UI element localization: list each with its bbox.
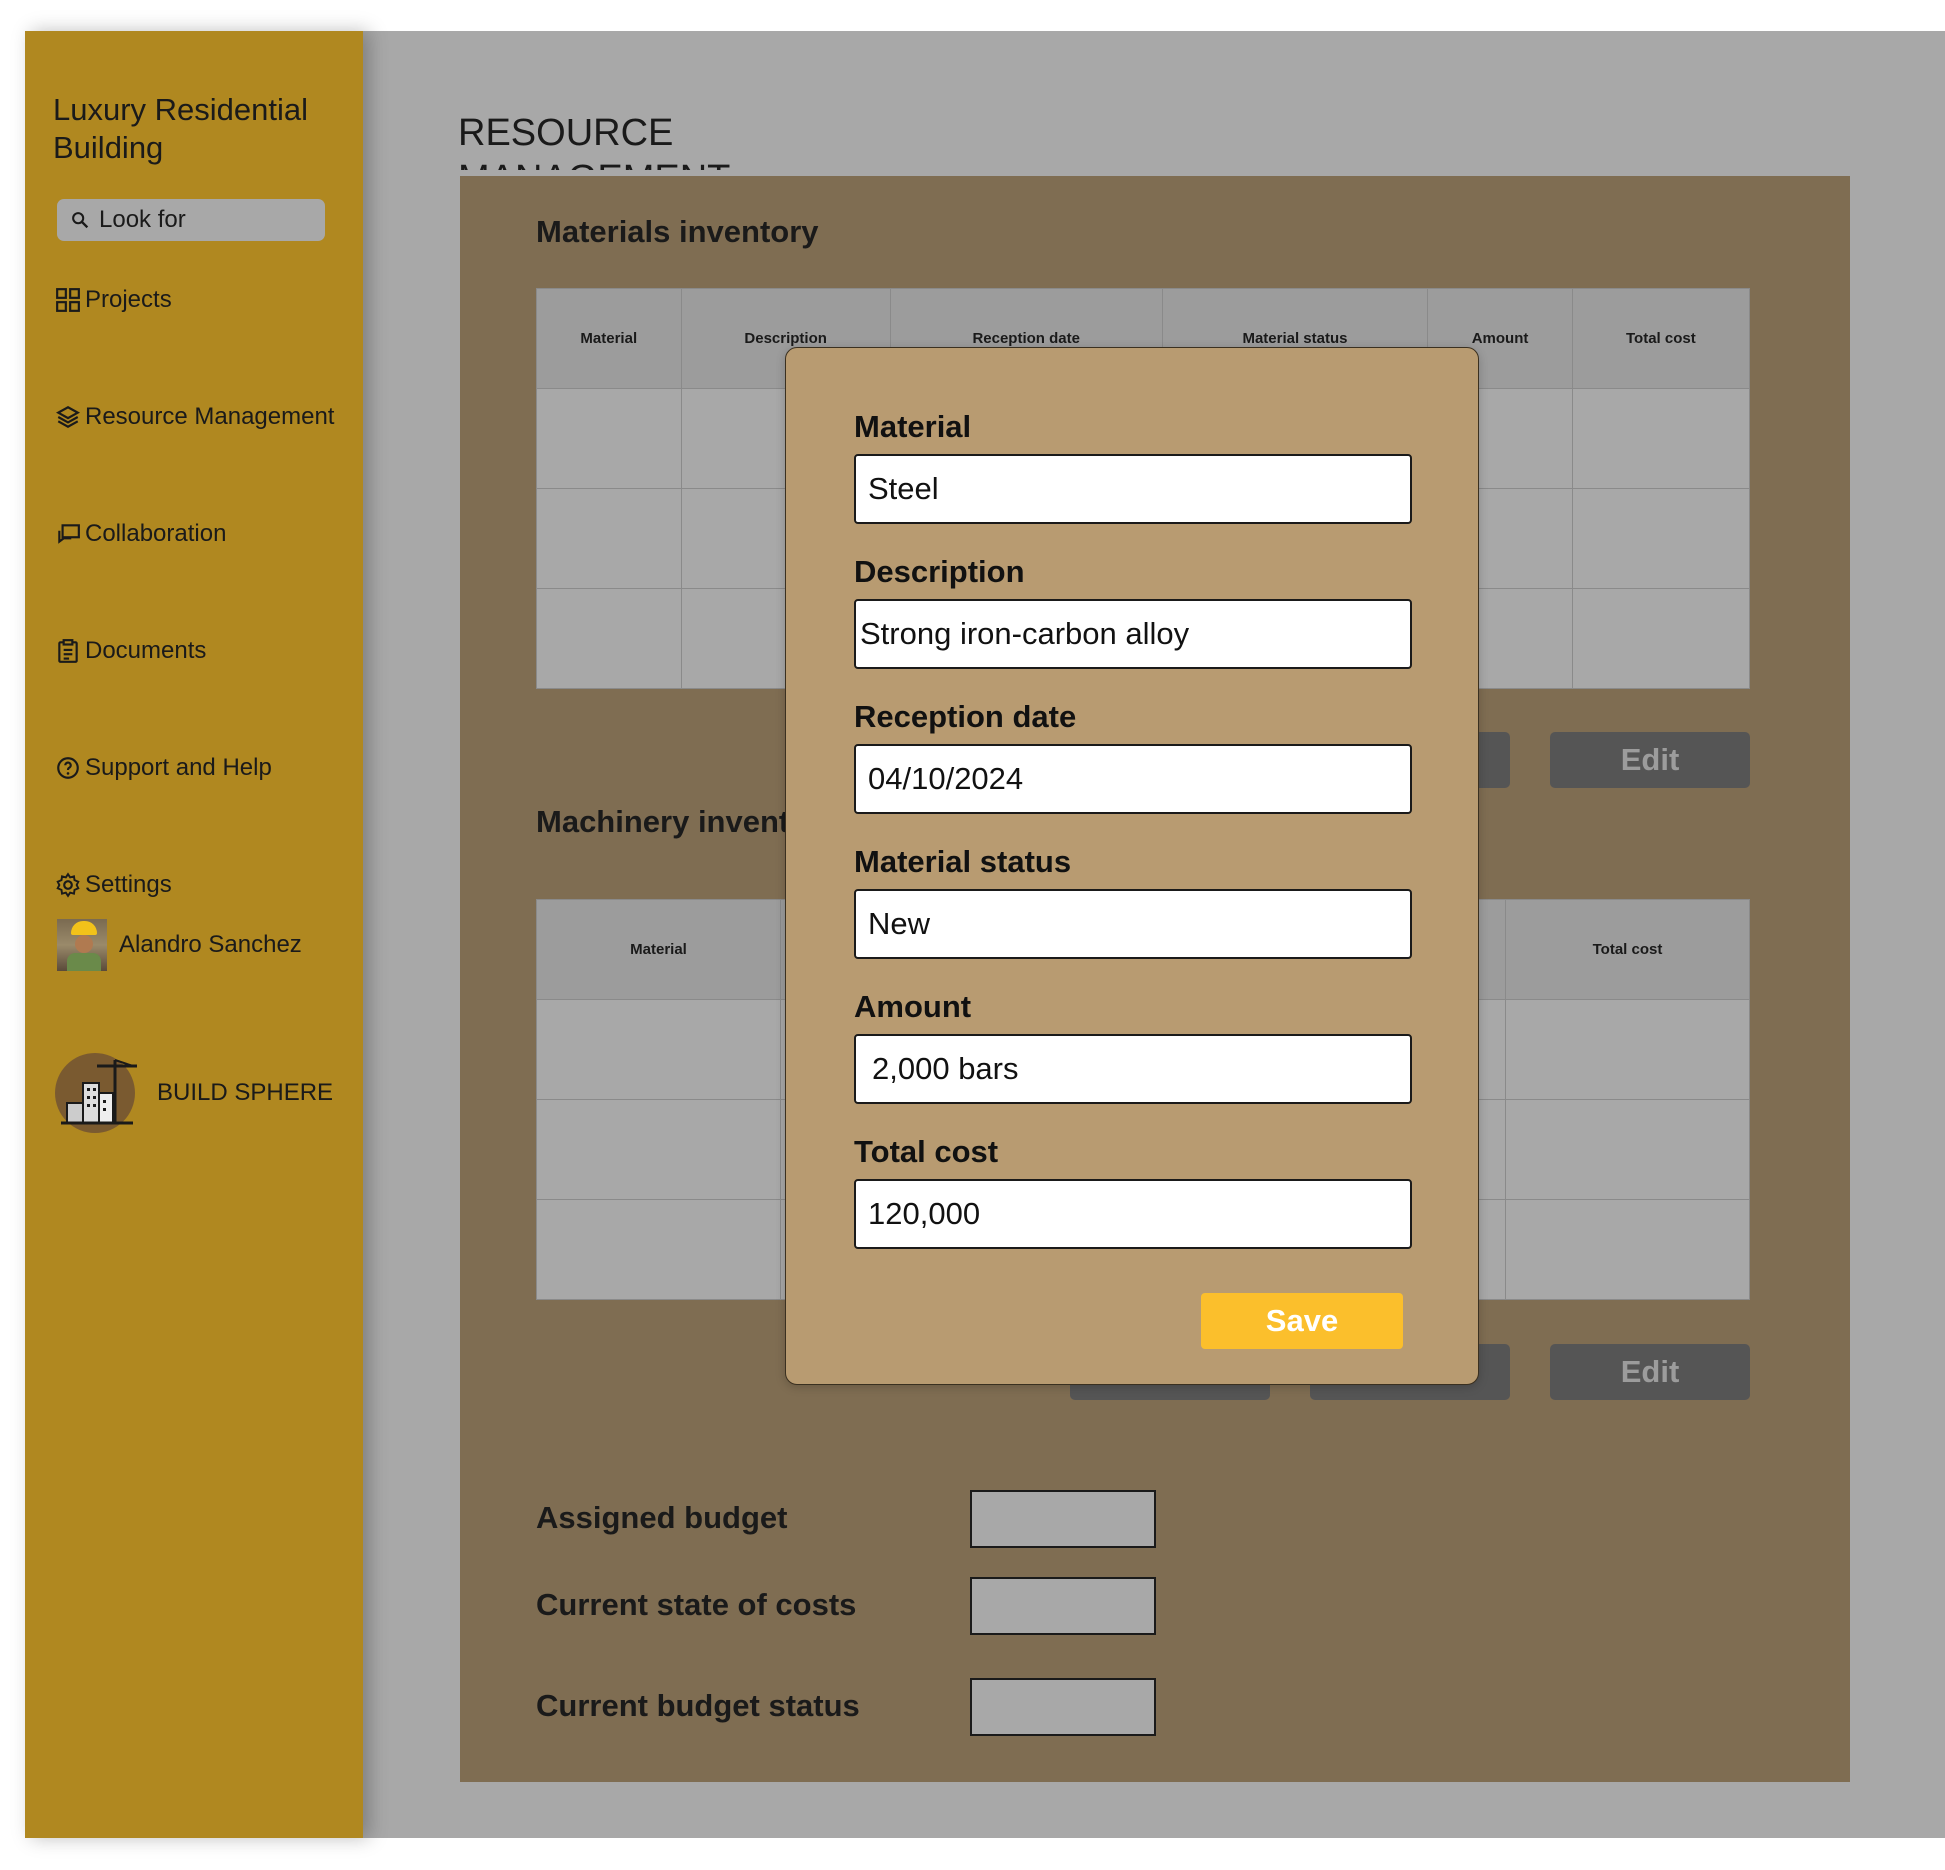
sidebar-item-label: Documents <box>85 637 207 664</box>
current-costs-field[interactable] <box>970 1577 1156 1635</box>
help-icon <box>57 757 79 779</box>
budget-status-field[interactable] <box>970 1678 1156 1736</box>
current-costs-label: Current state of costs <box>536 1587 857 1622</box>
machinery-edit-button[interactable]: Edit <box>1550 1344 1750 1400</box>
chat-icon <box>58 524 80 544</box>
avatar <box>57 919 107 971</box>
grid-icon <box>56 288 80 312</box>
column-header: Total cost <box>1571 288 1751 389</box>
edit-material-dialog: Material Steel Description Strong iron-c… <box>785 347 1479 1385</box>
total-cost-label: Total cost <box>854 1134 999 1169</box>
sidebar-item-label: Support and Help <box>85 754 272 781</box>
material-label: Material <box>854 409 972 444</box>
sidebar-item-projects[interactable]: Projects <box>55 286 172 314</box>
material-status-label: Material status <box>854 844 1072 879</box>
materials-inventory-title: Materials inventory <box>536 214 819 249</box>
save-button[interactable]: Save <box>1201 1293 1403 1349</box>
material-field[interactable]: Steel <box>854 454 1412 524</box>
sidebar-item-resource-management[interactable]: Resource Management <box>55 403 334 431</box>
search-icon <box>72 212 89 229</box>
brand-logo: BUILD SPHERE <box>53 1048 333 1138</box>
description-label: Description <box>854 554 1025 589</box>
sidebar-item-label: Settings <box>85 871 172 898</box>
assigned-budget-label: Assigned budget <box>536 1500 788 1535</box>
reception-date-label: Reception date <box>854 699 1077 734</box>
search-placeholder: Look for <box>99 206 186 233</box>
material-status-field[interactable]: New <box>854 889 1412 959</box>
column-header: Total cost <box>1505 899 1750 1000</box>
assigned-budget-field[interactable] <box>970 1490 1156 1548</box>
project-title: Luxury Residential Building <box>53 92 309 165</box>
sidebar-item-collaboration[interactable]: Collaboration <box>55 520 226 548</box>
sidebar-item-label: Collaboration <box>85 520 227 547</box>
document-icon <box>58 639 78 663</box>
amount-field[interactable]: 2,000 bars <box>854 1034 1412 1104</box>
search-input[interactable]: Look for <box>57 199 325 241</box>
machinery-inventory-title: Machinery invent <box>536 804 790 839</box>
sidebar-item-settings[interactable]: Settings <box>55 871 172 899</box>
sidebar-item-documents[interactable]: Documents <box>55 637 206 665</box>
column-header: Material <box>536 288 682 389</box>
page-title: RESOURCE MANAGEMENT <box>458 112 730 170</box>
sidebar-item-label: Resource Management <box>85 403 335 430</box>
materials-edit-button[interactable]: Edit <box>1550 732 1750 788</box>
description-field[interactable]: Strong iron-carbon alloy <box>854 599 1412 669</box>
total-cost-field[interactable]: 120,000 <box>854 1179 1412 1249</box>
layers-icon <box>56 406 80 428</box>
brand-name: BUILD SPHERE <box>157 1079 334 1106</box>
budget-status-label: Current budget status <box>536 1688 860 1723</box>
user-name: Alandro Sanchez <box>119 931 302 958</box>
building-logo-icon <box>55 1053 137 1133</box>
sidebar-item-label: Projects <box>85 286 172 313</box>
user-profile[interactable]: Alandro Sanchez <box>57 919 302 971</box>
gear-icon <box>56 872 80 898</box>
sidebar: Luxury Residential Building Look for Pro… <box>25 31 363 1838</box>
amount-label: Amount <box>854 989 972 1024</box>
reception-date-field[interactable]: 04/10/2024 <box>854 744 1412 814</box>
column-header: Material <box>536 899 781 1000</box>
sidebar-item-support[interactable]: Support and Help <box>55 754 272 782</box>
